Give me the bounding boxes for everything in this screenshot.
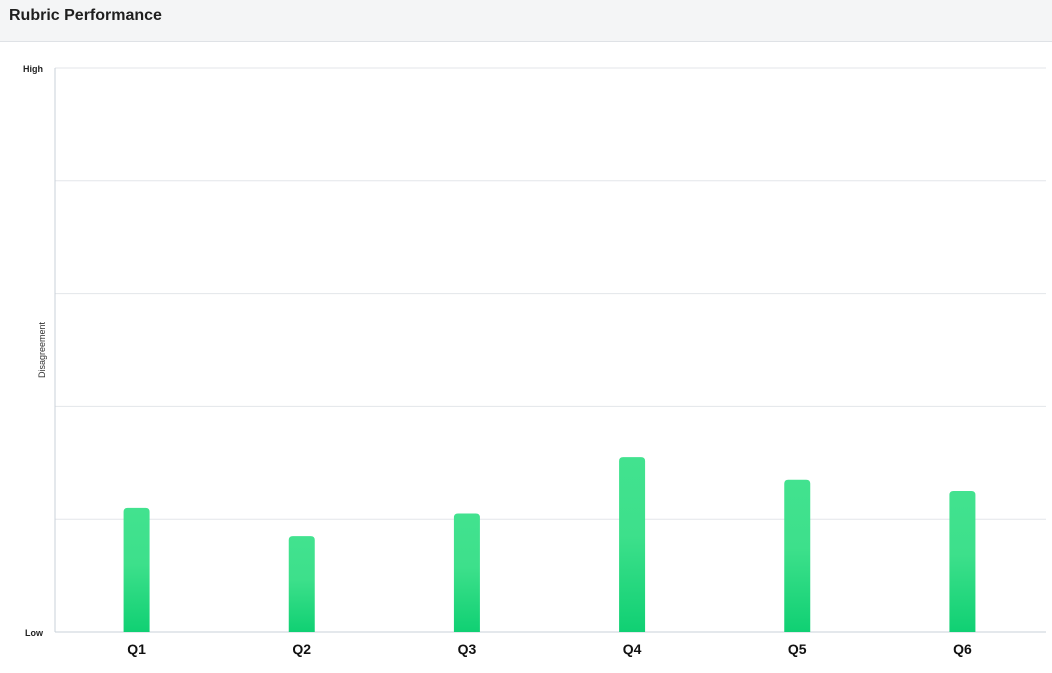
- x-tick-q5: Q5: [788, 641, 807, 657]
- x-tick-q4: Q4: [623, 641, 642, 657]
- x-tick-q2: Q2: [292, 641, 311, 657]
- bar-q2[interactable]: [288, 536, 315, 632]
- bar-q5[interactable]: [784, 479, 811, 632]
- x-tick-q1: Q1: [127, 641, 146, 657]
- x-tick-q3: Q3: [458, 641, 477, 657]
- y-tick-low: Low: [25, 628, 44, 638]
- y-tick-high: High: [23, 64, 43, 74]
- bar-q4[interactable]: [619, 457, 646, 632]
- bar-q3[interactable]: [453, 513, 480, 632]
- bar-chart: High Low Disagreement Q1 Q2 Q3 Q4 Q5 Q6: [23, 64, 1046, 657]
- grid-lines: [55, 67, 1046, 633]
- category-labels: Q1 Q2 Q3 Q4 Q5 Q6: [127, 641, 972, 657]
- bar-q1[interactable]: [123, 507, 150, 632]
- x-tick-q6: Q6: [953, 641, 972, 657]
- bars: [123, 457, 976, 632]
- bar-q6[interactable]: [949, 491, 976, 632]
- y-axis-label: Disagreement: [37, 321, 47, 378]
